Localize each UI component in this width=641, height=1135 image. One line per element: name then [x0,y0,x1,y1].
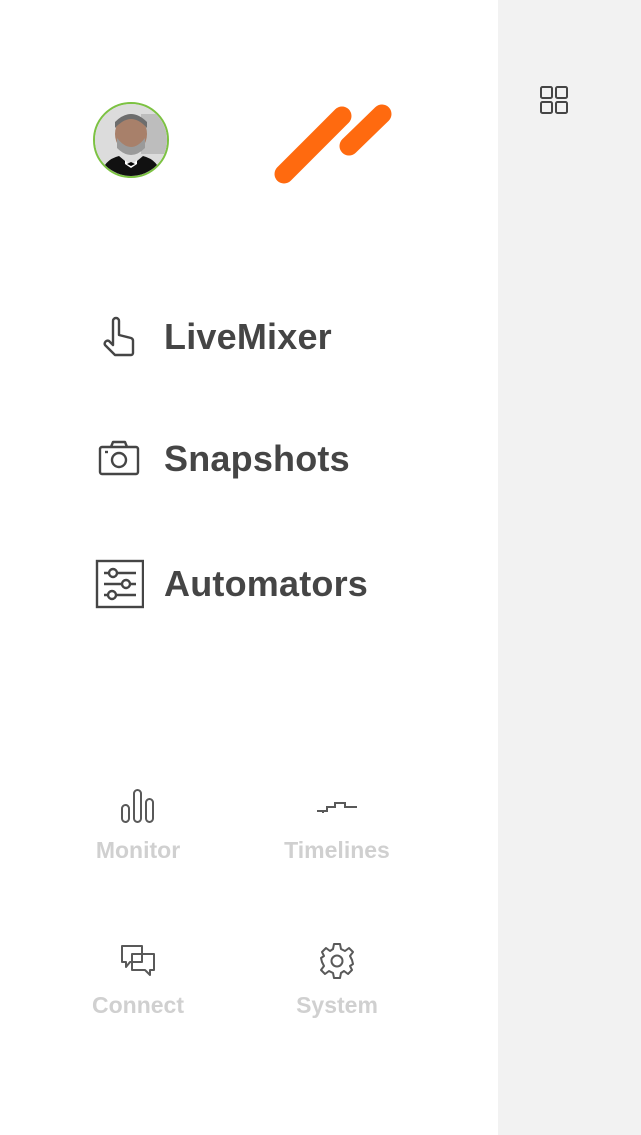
menu-item-snapshots[interactable]: Snapshots [92,429,350,489]
menu-item-automators[interactable]: Automators [92,554,368,614]
tool-system[interactable]: System [267,938,407,1019]
tool-label: Timelines [284,837,390,863]
timeline-icon [315,783,359,827]
grid-icon[interactable] [537,83,571,117]
app-screen: LiveMixer Snapshots Automators Monitor T… [0,0,641,1135]
tool-connect[interactable]: Connect [68,938,208,1019]
menu-item-label: Snapshots [164,438,350,479]
tool-label: Connect [92,992,184,1018]
hand-pointer-icon [92,310,146,364]
tool-label: System [296,992,378,1018]
chat-bubbles-icon [116,938,160,982]
gear-icon [315,938,359,982]
content-panel[interactable] [498,0,641,1135]
camera-icon [92,432,146,486]
brand-logo [270,100,400,190]
menu-item-livemixer[interactable]: LiveMixer [92,307,332,367]
menu-item-label: LiveMixer [164,316,332,357]
menu-item-label: Automators [164,563,369,604]
tool-label: Monitor [95,837,181,863]
sliders-icon [92,557,146,611]
tool-monitor[interactable]: Monitor [68,783,208,864]
tool-timelines[interactable]: Timelines [267,783,407,864]
avatar[interactable] [93,102,169,178]
avatar-image [95,104,167,176]
bar-chart-icon [116,783,160,827]
navigation-drawer: LiveMixer Snapshots Automators Monitor T… [0,0,498,1135]
